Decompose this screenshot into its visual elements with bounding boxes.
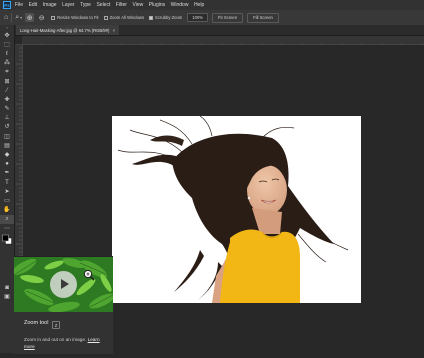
menu-layer[interactable]: Layer <box>62 2 75 8</box>
zoom-preset-icon[interactable]: ⌕ <box>15 14 19 22</box>
horizontal-ruler <box>22 36 424 45</box>
screen-mode-icon[interactable]: ▣ <box>0 292 14 301</box>
menu-type[interactable]: Type <box>80 2 91 8</box>
magnifier-cursor-icon <box>83 269 95 281</box>
tooltip-description: Zoom in and out on an image. Learn more <box>24 336 110 350</box>
chevron-down-icon[interactable]: ▾ <box>20 15 22 20</box>
resize-windows-label: Resize Windows to Fit <box>57 15 99 20</box>
marquee-tool-icon[interactable]: ⬚ <box>0 40 14 49</box>
pen-tool-icon[interactable]: ✒ <box>0 169 14 178</box>
blur-tool-icon[interactable]: ◆ <box>0 150 14 159</box>
menu-help[interactable]: Help <box>194 2 204 8</box>
history-brush-tool-icon[interactable]: ↺ <box>0 123 14 132</box>
zoom-out-icon[interactable]: ⊖ <box>37 13 46 22</box>
type-tool-icon[interactable]: T <box>0 178 14 187</box>
move-tool-icon[interactable]: ✥ <box>0 31 14 40</box>
more-tools-icon[interactable]: ⋯ <box>0 224 14 233</box>
scrubby-zoom-label: Scrubby Zoom <box>155 15 183 20</box>
brush-tool-icon[interactable]: ✎ <box>0 105 14 114</box>
menu-filter[interactable]: Filter <box>116 2 127 8</box>
document-tab-label: Long-Hair-Masking-After.jpg @ 64.7% (RGB… <box>20 27 110 33</box>
menu-image[interactable]: Image <box>43 2 57 8</box>
menu-file[interactable]: File <box>15 2 23 8</box>
menu-select[interactable]: Select <box>96 2 110 8</box>
zoom-tool-tooltip: Zoom tool Z Zoom in and out on an image.… <box>14 256 113 354</box>
eraser-tool-icon[interactable]: ◫ <box>0 132 14 141</box>
checkbox-box <box>103 15 108 20</box>
zoom-in-icon[interactable]: ⊕ <box>25 13 35 22</box>
fit-screen-button[interactable]: Fit Screen <box>212 12 244 23</box>
divider <box>11 13 13 22</box>
menu-bar: Ps File Edit Image Layer Type Select Fil… <box>0 0 424 10</box>
menu-view[interactable]: View <box>132 2 143 8</box>
menu-edit[interactable]: Edit <box>29 2 38 8</box>
tutorial-video-thumbnail[interactable] <box>14 257 113 312</box>
quick-mask-icon[interactable]: ◙ <box>0 283 14 292</box>
tooltip-title: Zoom tool <box>24 320 49 326</box>
home-icon[interactable]: ⌂ <box>4 14 8 21</box>
eyedropper-tool-icon[interactable]: ⁄ <box>0 86 14 95</box>
zoom-value-field[interactable]: 100% <box>187 13 208 22</box>
close-icon[interactable]: × <box>112 28 115 33</box>
lasso-tool-icon[interactable]: ℓ <box>0 49 14 58</box>
foreground-background-color-icon <box>2 234 12 244</box>
scrubby-zoom-checkbox[interactable]: Scrubby Zoom <box>149 15 182 20</box>
tooltip-description-text: Zoom in and out on an image. <box>24 337 87 342</box>
options-bar: ⌂ ⌕ ▾ ⊕ ⊖ Resize Windows to Fit Zoom All… <box>0 10 424 26</box>
tools-panel: » ✥ ⬚ ℓ ⁂ ⌗ ⊠ ⁄ ✚ ✎ ⊥ ↺ ◫ ▤ ◆ ● ✒ T ➤ ▭ … <box>0 25 15 353</box>
zoom-all-windows-checkbox[interactable]: Zoom All Windows <box>103 15 145 20</box>
crop-tool-icon[interactable]: ⌗ <box>0 68 14 77</box>
magic-wand-tool-icon[interactable]: ⁂ <box>0 59 14 68</box>
fill-screen-button[interactable]: Fill Screen <box>247 12 279 23</box>
document-tabs: Long-Hair-Masking-After.jpg @ 64.7% (RGB… <box>14 25 424 36</box>
color-swatches[interactable] <box>0 233 14 245</box>
checkbox-box-checked <box>149 15 154 20</box>
rectangle-tool-icon[interactable]: ▭ <box>0 196 14 205</box>
document-canvas[interactable] <box>112 116 361 303</box>
gradient-tool-icon[interactable]: ▤ <box>0 141 14 150</box>
menu-plugins[interactable]: Plugins <box>149 2 165 8</box>
checkbox-box <box>51 15 56 20</box>
document-tab[interactable]: Long-Hair-Masking-After.jpg @ 64.7% (RGB… <box>16 25 120 35</box>
resize-windows-checkbox[interactable]: Resize Windows to Fit <box>51 15 99 20</box>
frame-tool-icon[interactable]: ⊠ <box>0 77 14 86</box>
menu-window[interactable]: Window <box>171 2 189 8</box>
hand-tool-icon[interactable]: ✋ <box>0 206 14 215</box>
shortcut-badge: Z <box>52 321 60 329</box>
zoom-all-windows-label: Zoom All Windows <box>109 15 145 20</box>
photoshop-logo: Ps <box>3 1 11 9</box>
portrait-photo <box>117 116 349 303</box>
dodge-tool-icon[interactable]: ● <box>0 160 14 169</box>
zoom-tool-icon[interactable]: ⌕ <box>0 214 14 224</box>
healing-brush-tool-icon[interactable]: ✚ <box>0 95 14 104</box>
clone-stamp-tool-icon[interactable]: ⊥ <box>0 114 14 123</box>
play-icon[interactable] <box>50 271 77 298</box>
path-selection-tool-icon[interactable]: ➤ <box>0 187 14 196</box>
